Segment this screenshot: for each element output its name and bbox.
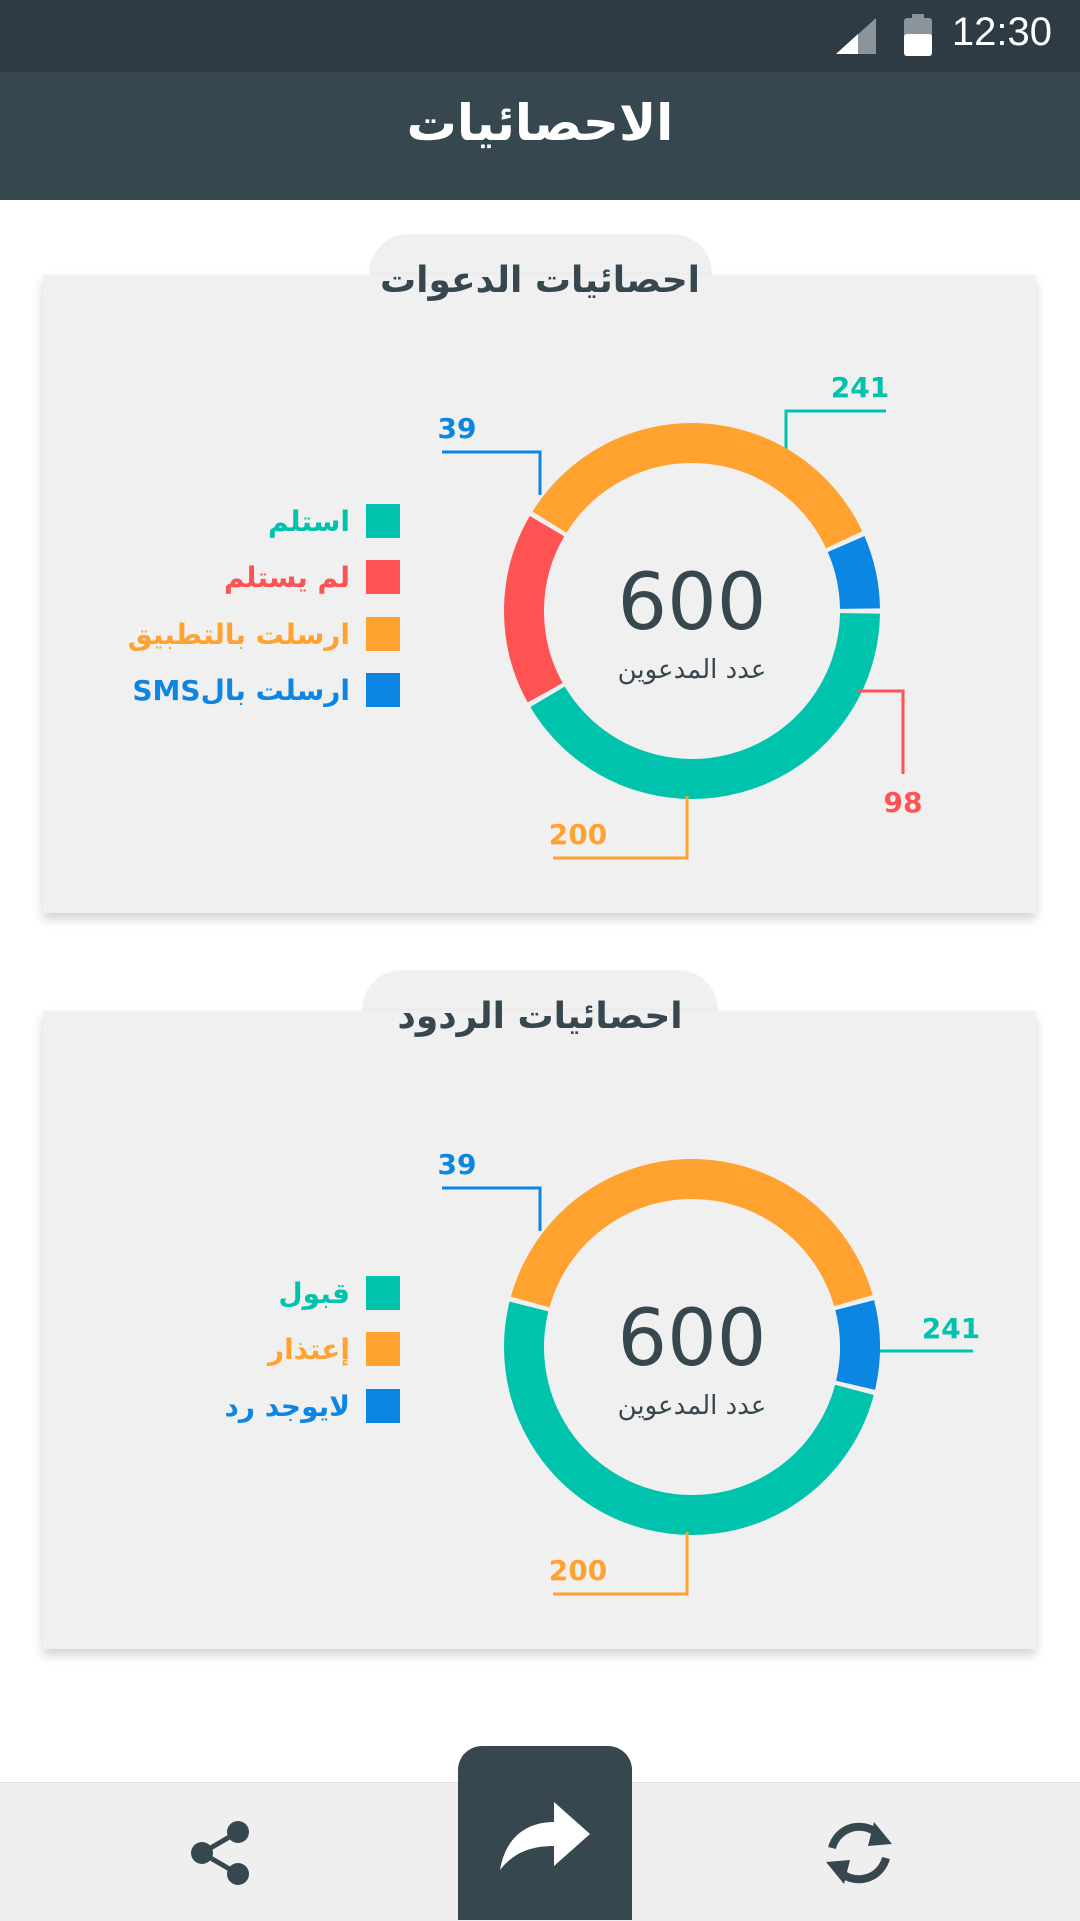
legend-swatch: [366, 1276, 400, 1310]
refresh-icon[interactable]: [818, 1812, 900, 1894]
donut-segment: [835, 1300, 880, 1390]
donut-segment: [827, 536, 880, 610]
data-label: 241: [922, 1312, 980, 1345]
legend-item: لم يستلم: [224, 557, 400, 597]
forward-icon: [500, 1802, 590, 1870]
legend-swatch: [366, 1332, 400, 1366]
charts-canvas: 241 98 200 39 600 عدد المدعوين 241 200 39 600 عدد …: [438, 371, 980, 1596]
data-label: 98: [884, 786, 923, 819]
donut-segment: [504, 516, 565, 703]
legend-label: استلم: [268, 504, 350, 538]
data-label: 39: [438, 1148, 477, 1181]
legend-swatch: [366, 504, 400, 538]
data-label: 200: [549, 1554, 607, 1587]
total-value: 600: [618, 1294, 767, 1384]
data-label: 39: [438, 412, 477, 445]
legend-label: إعتذار: [267, 1332, 350, 1366]
callout-line: [784, 409, 886, 450]
legend-item: إعتذار: [268, 1329, 400, 1369]
donut-segment: [510, 1159, 873, 1308]
legend-item: قبول: [278, 1273, 400, 1313]
legend-item: لايوجد رد: [224, 1386, 400, 1426]
legend-label: قبول: [278, 1276, 350, 1310]
legend-label: لم يستلم: [223, 560, 350, 594]
legend-label: ارسلت بالSMS: [132, 673, 350, 707]
callout-line: [442, 450, 542, 495]
legend-swatch: [366, 617, 400, 651]
callout-line: [858, 689, 905, 774]
legend-item: ارسلت بالتطبيق: [128, 614, 400, 654]
legend-item: ارسلت بالSMS: [132, 670, 400, 710]
donut-segment: [532, 423, 863, 549]
legend-item: استلم: [268, 501, 400, 541]
total-label: عدد المدعوين: [618, 1391, 767, 1421]
data-label: 241: [831, 371, 889, 404]
total-value: 600: [618, 558, 767, 648]
data-label: 200: [549, 818, 607, 851]
legend-swatch: [366, 1389, 400, 1423]
total-label: عدد المدعوين: [618, 655, 767, 685]
callout-line: [442, 1186, 542, 1231]
forward-button[interactable]: [458, 1746, 632, 1920]
share-icon[interactable]: [186, 1818, 256, 1888]
legend-label: لايوجد رد: [224, 1389, 350, 1423]
legend-swatch: [366, 560, 400, 594]
legend-swatch: [366, 673, 400, 707]
legend-label: ارسلت بالتطبيق: [127, 617, 350, 651]
